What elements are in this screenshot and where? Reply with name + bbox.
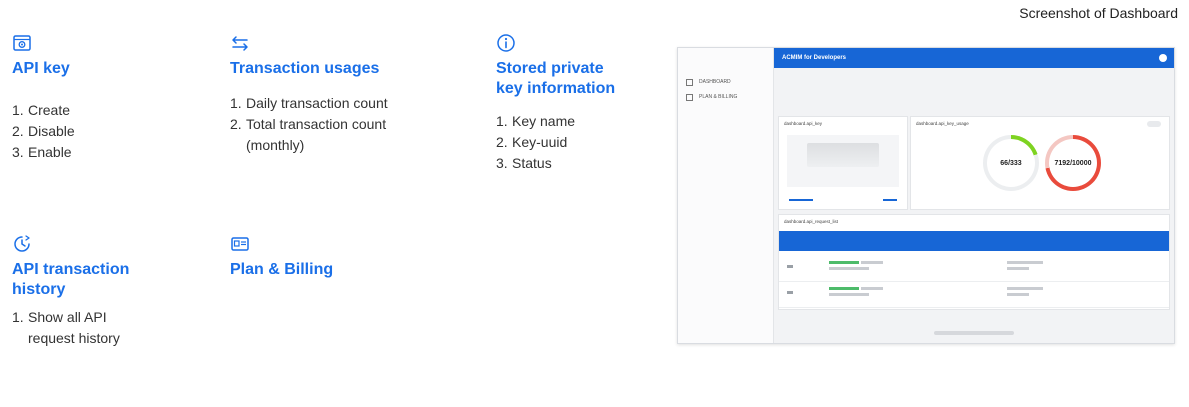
stored-key-title: Stored private key information [496,60,616,97]
feature-plan-billing: Plan & Billing [230,234,430,280]
api-key-card: dashboard.api_key [778,116,908,210]
plan-billing-title: Plan & Billing [230,261,334,278]
table-row[interactable] [779,281,1169,308]
usage-card: dashboard.api_key_usage 66/333 7192/1000… [910,116,1170,210]
api-key-list: 1. Create 2. Disable 3. Enable [12,100,202,163]
list-item: 3. Status [496,155,552,171]
app-title: ACMIM for Developers [782,55,847,61]
api-key-icon [12,33,32,53]
grid-icon [686,78,693,86]
arrows-swap-icon [230,33,250,53]
transaction-usages-title: Transaction usages [230,60,380,77]
feature-api-key: API key 1. Create 2. Disable 3. Enable [12,33,202,163]
daily-usage-value: 66/333 [987,139,1035,187]
billing-icon [686,93,693,101]
feature-stored-key: Stored private key information 1. Key nam… [496,33,666,174]
key-actions [789,199,897,201]
card-title: dashboard.api_key_usage [916,121,969,126]
sidebar-item-plan-billing[interactable]: PLAN & BILLING [678,91,773,103]
info-icon [496,33,516,53]
feature-transaction-usages: Transaction usages 1. Daily transaction c… [230,33,460,156]
dashboard-topbar: ACMIM for Developers [774,48,1174,68]
card-title: dashboard.api_request_list [784,219,839,224]
billing-icon [230,234,250,254]
list-item: 2. Key-uuid [496,134,568,150]
list-item: 1. Show all API request history [12,309,120,346]
list-item: 2. Total transaction count (monthly) [230,116,387,153]
dashboard-screenshot: DASHBOARD PLAN & BILLING ACMIM for Devel… [677,47,1175,344]
key-action-link[interactable] [883,199,897,201]
dashboard-sidebar: DASHBOARD PLAN & BILLING [678,48,774,343]
user-avatar-icon[interactable] [1159,54,1167,62]
dashboard-caption: Screenshot of Dashboard [1019,5,1178,21]
transaction-usages-list: 1. Daily transaction count 2. Total transa… [230,93,460,156]
request-history-card: dashboard.api_request_list [778,214,1170,310]
history-title: API transaction history [12,261,130,298]
more-button[interactable] [1147,121,1161,127]
list-item: 3. Enable [12,144,72,160]
pagination[interactable] [774,331,1174,335]
total-usage-value: 7192/10000 [1049,139,1097,187]
api-key-title: API key [12,60,70,77]
total-usage-gauge: 7192/10000 [1045,135,1101,191]
sidebar-item-dashboard[interactable]: DASHBOARD [678,76,773,88]
list-item: 1. Key name [496,113,576,129]
key-action-link[interactable] [789,199,813,201]
list-item: 2. Disable [12,123,75,139]
card-title: dashboard.api_key [784,121,823,126]
list-item: 1. Daily transaction count [230,95,388,111]
table-row[interactable] [779,255,1169,282]
daily-usage-gauge: 66/333 [983,135,1039,191]
masked-api-key [787,135,899,187]
list-item: 1. Create [12,102,71,118]
history-list: 1. Show all API request history [12,307,212,349]
feature-history: API transaction history 1. Show all API re… [12,234,212,349]
stored-key-list: 1. Key name 2. Key-uuid 3. Status [496,111,666,174]
clock-icon [12,234,32,254]
history-table-header [779,231,1169,251]
